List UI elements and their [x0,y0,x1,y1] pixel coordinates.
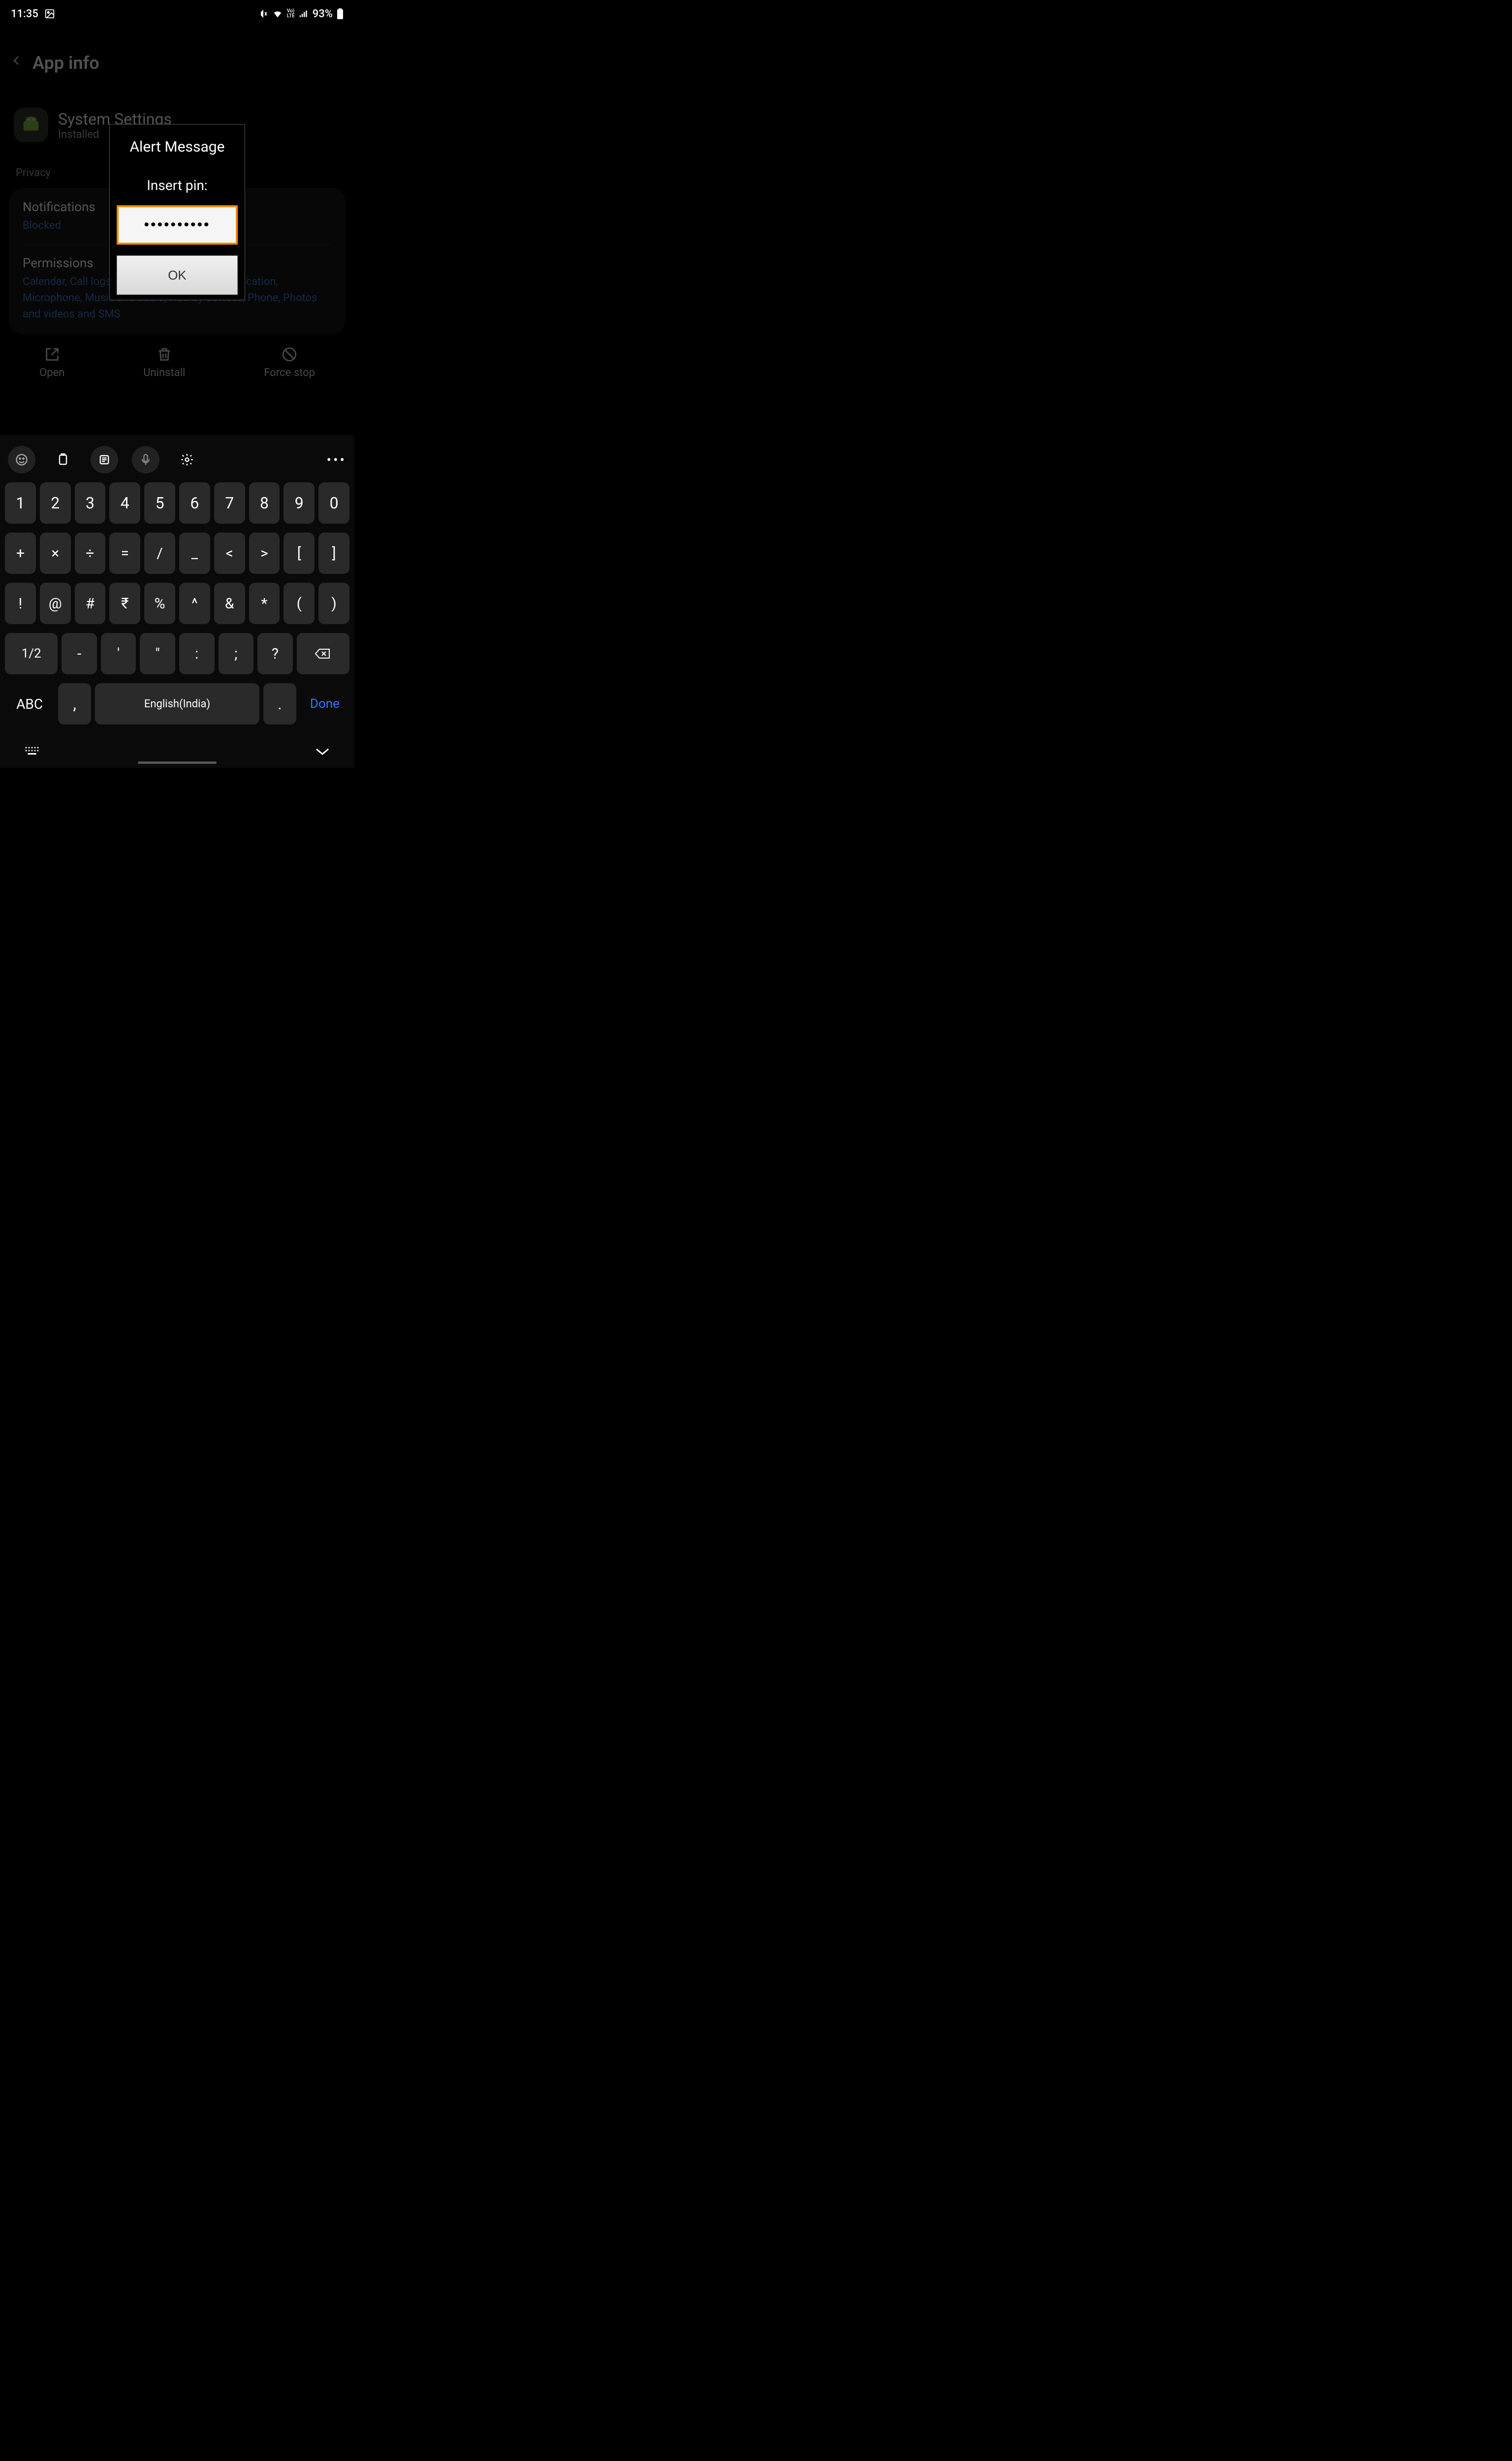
back-icon [11,52,23,73]
force-stop-action: Force stop [264,346,315,379]
kb-row-2: + × ÷ = / _ < > [ ] [5,533,349,574]
key-colon[interactable]: : [179,633,215,674]
key-backspace[interactable] [297,633,349,674]
key-divide[interactable]: ÷ [75,533,106,574]
pin-input[interactable] [117,205,238,245]
key-done[interactable]: Done [300,683,349,725]
key-underscore[interactable]: _ [179,533,210,574]
battery-icon [337,8,344,19]
key-percent[interactable]: % [144,583,175,624]
key-page-toggle[interactable]: 1/2 [5,633,58,674]
key-amp[interactable]: & [214,583,245,624]
key-4[interactable]: 4 [109,482,140,524]
wifi-icon [272,8,283,19]
keyboard-more-icon[interactable]: ••• [327,452,346,468]
key-3[interactable]: 3 [75,482,106,524]
key-star[interactable]: * [249,583,280,624]
emoji-icon[interactable] [8,446,35,473]
keyboard-dismiss-icon[interactable] [315,747,330,758]
key-at[interactable]: @ [40,583,71,624]
key-1[interactable]: 1 [5,482,36,524]
key-multiply[interactable]: × [40,533,71,574]
keyboard-settings-icon[interactable] [173,446,201,473]
key-5[interactable]: 5 [144,482,175,524]
force-stop-label: Force stop [264,367,315,379]
status-bar: 11:35 Vo)LTE 93% [0,0,354,28]
dialog-title: Alert Message [115,138,240,156]
keyboard-switch-icon[interactable] [25,746,39,759]
key-0[interactable]: 0 [318,482,349,524]
key-hash[interactable]: # [75,583,106,624]
key-rparen[interactable]: ) [318,583,349,624]
key-semicolon[interactable]: ; [219,633,254,674]
key-8[interactable]: 8 [249,482,280,524]
kb-row-4: 1/2 - ' " : ; ? [5,633,349,674]
key-rbracket[interactable]: ] [318,533,349,574]
open-label: Open [39,367,64,379]
key-abc[interactable]: ABC [5,683,54,725]
key-rupee[interactable]: ₹ [109,583,140,624]
key-question[interactable]: ? [257,633,293,674]
key-dash[interactable]: - [62,633,97,674]
uninstall-label: Uninstall [143,367,185,379]
key-quote[interactable]: " [140,633,175,674]
keyboard: ••• 1 2 3 4 5 6 7 8 9 0 + × ÷ = / _ < > … [0,435,354,768]
key-lparen[interactable]: ( [284,583,315,624]
status-time: 11:35 [11,8,38,20]
key-plus[interactable]: + [5,533,36,574]
key-7[interactable]: 7 [214,482,245,524]
key-6[interactable]: 6 [179,482,210,524]
page-title: App info [32,53,99,73]
dialog-prompt: Insert pin: [115,177,240,193]
key-lbracket[interactable]: [ [284,533,315,574]
key-exclaim[interactable]: ! [5,583,36,624]
key-gt[interactable]: > [249,533,280,574]
key-equals[interactable]: = [109,533,140,574]
mute-icon [258,9,268,19]
key-space[interactable]: English(India) [95,683,259,725]
key-comma[interactable]: , [58,683,91,725]
key-lt[interactable]: < [214,533,245,574]
key-period[interactable]: . [263,683,296,725]
ok-button[interactable]: OK [117,255,238,295]
key-9[interactable]: 9 [284,482,315,524]
open-action: Open [39,346,64,379]
kb-row-1: 1 2 3 4 5 6 7 8 9 0 [5,482,349,524]
volte-icon: Vo)LTE [287,9,295,19]
key-caret[interactable]: ^ [179,583,210,624]
voice-input-icon[interactable] [132,446,159,473]
battery-percentage: 93% [313,8,333,20]
image-indicator-icon [44,8,55,19]
text-extract-icon[interactable] [91,446,118,473]
key-apostrophe[interactable]: ' [101,633,136,674]
kb-row-3: ! @ # ₹ % ^ & * ( ) [5,583,349,624]
nav-pill[interactable] [138,761,217,764]
signal-icon [299,9,309,19]
app-icon [14,108,48,142]
key-slash[interactable]: / [144,533,175,574]
clipboard-icon[interactable] [49,446,77,473]
key-2[interactable]: 2 [40,482,71,524]
kb-row-5: ABC , English(India) . Done [5,683,349,725]
uninstall-action: Uninstall [143,346,185,379]
alert-dialog: Alert Message Insert pin: OK [109,124,245,300]
